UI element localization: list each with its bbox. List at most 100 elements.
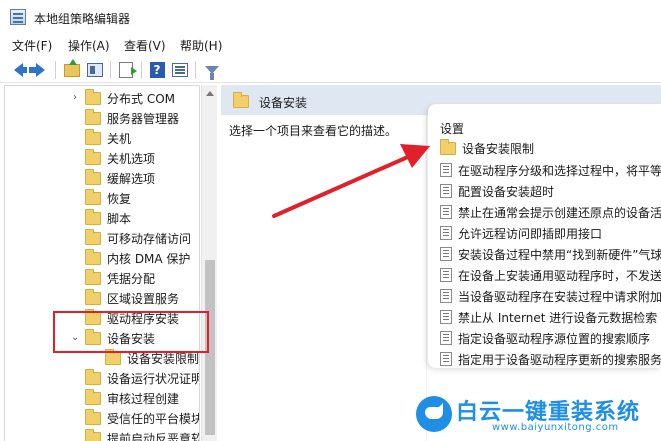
settings-row[interactable]: 设备安装限制 — [440, 138, 534, 158]
policy-setting-icon — [440, 310, 452, 324]
show-hide-tree-icon — [87, 63, 103, 77]
tree-item-label: 审核过程创建 — [107, 391, 180, 406]
tree-item-label: 受信任的平台模块 — [107, 411, 200, 426]
folder-icon — [85, 268, 101, 285]
watermark-url: www.baiyunxitong.com — [492, 422, 619, 433]
toolbar-separator — [55, 61, 56, 79]
settings-row-label: 安装设备过程中禁用“找到新硬件”气球 — [458, 247, 661, 262]
policy-setting-icon — [440, 289, 452, 303]
folder-icon — [85, 88, 101, 105]
tree-item[interactable]: 凭据分配 — [85, 268, 155, 288]
properties-button[interactable] — [171, 61, 189, 79]
settings-row-label: 禁止在通常会提示创建还原点的设备活 — [458, 205, 661, 220]
settings-row-label: 禁止从 Internet 进行设备元数据检索 — [458, 310, 658, 325]
settings-row-label: 指定用于设备驱动程序更新的搜索服务 — [458, 352, 661, 367]
toolbar-separator — [195, 61, 196, 79]
folder-icon — [85, 388, 101, 405]
folder-icon — [85, 128, 101, 145]
tree-item-label: 服务器管理器 — [107, 111, 180, 126]
menu-action[interactable]: 操作(A) — [68, 37, 110, 54]
folder-icon — [85, 168, 101, 185]
settings-row[interactable]: 配置设备安装超时 — [440, 181, 554, 201]
help-icon: ? — [149, 62, 165, 78]
settings-row[interactable]: 在设备上安装通用驱动程序时，不发送 — [440, 265, 661, 285]
tree-item-label: 分布式 COM — [107, 91, 175, 106]
folder-icon — [233, 92, 249, 108]
watermark: 白云一键重装系统 www.baiyunxitong.com — [410, 392, 661, 441]
tree-item[interactable]: 区域设置服务 — [85, 288, 179, 308]
tree-item-label: 缓解选项 — [107, 171, 156, 186]
tree-item[interactable]: 受信任的平台模块 — [85, 408, 200, 428]
tree-item[interactable]: 审核过程创建 — [85, 388, 179, 408]
scroll-up-icon[interactable] — [206, 91, 214, 96]
folder-up-button[interactable] — [63, 58, 81, 79]
filter-icon — [205, 66, 219, 80]
settings-row-label: 设备安装限制 — [462, 141, 535, 156]
folder-icon — [85, 148, 101, 165]
tree-item[interactable]: 可移动存储访问 — [85, 228, 191, 248]
folder-icon — [85, 368, 101, 385]
tree-item[interactable]: 缓解选项 — [85, 168, 155, 188]
tree-scrollbar[interactable] — [201, 85, 217, 441]
menu-view[interactable]: 查看(V) — [124, 37, 166, 54]
toolbar-separator — [141, 61, 142, 79]
policy-setting-icon — [440, 184, 452, 198]
tree-item-label: 区域设置服务 — [107, 291, 180, 306]
folder-icon — [85, 108, 101, 125]
back-button[interactable] — [9, 61, 27, 79]
details-header-title: 设备安装 — [259, 96, 308, 110]
menu-file[interactable]: 文件(F) — [12, 37, 52, 54]
show-hide-tree-button[interactable] — [86, 61, 104, 79]
chevron-right-icon[interactable]: › — [73, 93, 83, 103]
settings-row[interactable]: 允许远程访问即插即用接口 — [440, 223, 602, 243]
bird-logo-icon — [416, 396, 452, 432]
tree-item[interactable]: 提前启动反恶意软 — [85, 428, 199, 441]
policy-setting-icon — [440, 226, 452, 240]
folder-icon — [85, 428, 101, 441]
policy-setting-icon — [440, 247, 452, 261]
folder-icon — [85, 188, 101, 205]
tree-item[interactable]: 服务器管理器 — [85, 108, 179, 128]
tree-item[interactable]: 内核 DMA 保护 — [85, 248, 190, 268]
filter-button[interactable] — [203, 61, 221, 80]
folder-icon — [85, 208, 101, 225]
tree-item-label: 恢复 — [107, 191, 132, 206]
toolbar-separator — [110, 61, 111, 79]
toolbar: ? — [0, 57, 661, 83]
settings-row[interactable]: 在驱动程序分级和选择过程中，将平等 — [440, 160, 661, 180]
title-bar: 本地组策略编辑器 — [0, 0, 661, 34]
settings-row-label: 在驱动程序分级和选择过程中，将平等 — [458, 163, 661, 178]
tree-item-label: 内核 DMA 保护 — [107, 251, 191, 266]
back-icon — [13, 63, 27, 77]
tree-item[interactable]: 设备运行状况证明 — [85, 368, 199, 388]
settings-row[interactable]: 指定设备驱动程序源位置的搜索顺序 — [440, 328, 650, 348]
tree-item-label: 可移动存储访问 — [107, 231, 192, 246]
settings-row[interactable]: 禁止从 Internet 进行设备元数据检索 — [440, 307, 657, 327]
tree-item[interactable]: 脚本 — [85, 208, 131, 228]
policy-setting-icon — [440, 205, 452, 219]
settings-row[interactable]: 安装设备过程中禁用“找到新硬件”气球 — [440, 244, 661, 264]
folder-icon — [85, 408, 101, 425]
folder-icon — [85, 248, 101, 265]
tree-item[interactable]: 恢复 — [85, 188, 131, 208]
tree-item[interactable]: 关机选项 — [85, 148, 155, 168]
forward-icon — [28, 63, 45, 77]
tree-item-label: 凭据分配 — [107, 271, 156, 286]
help-button[interactable]: ? — [148, 61, 166, 79]
settings-row[interactable]: 禁止在通常会提示创建还原点的设备活 — [440, 202, 661, 222]
settings-row[interactable]: 当设备驱动程序在安装过程中请求附加 — [440, 286, 661, 306]
menu-help[interactable]: 帮助(H) — [180, 37, 222, 54]
folder-icon — [440, 138, 456, 155]
export-list-button[interactable] — [117, 61, 137, 79]
settings-column-header[interactable]: 设置 — [440, 120, 464, 137]
tree-item-label: 脚本 — [107, 211, 132, 226]
tree-item-label: 关机 — [107, 131, 132, 146]
tree-item[interactable]: 关机 — [85, 128, 131, 148]
settings-row[interactable]: 指定用于设备驱动程序更新的搜索服务 — [440, 349, 661, 368]
folder-icon — [85, 288, 101, 305]
policy-setting-icon — [440, 268, 452, 282]
settings-row-label: 指定设备驱动程序源位置的搜索顺序 — [458, 331, 651, 346]
tree-item[interactable]: › 分布式 COM — [73, 88, 175, 108]
forward-button[interactable] — [28, 61, 49, 79]
policy-setting-icon — [440, 331, 452, 345]
